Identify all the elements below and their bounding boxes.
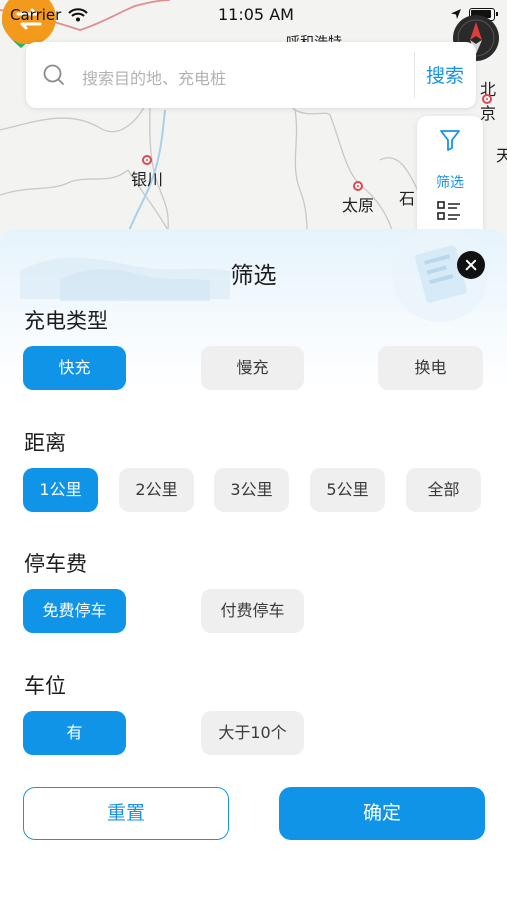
chip-distance-3km[interactable]: 3公里 bbox=[214, 468, 289, 512]
status-bar: Carrier 11:05 AM bbox=[0, 0, 507, 30]
chip-paid-parking[interactable]: 付费停车 bbox=[201, 589, 304, 633]
filter-tool-button[interactable]: 筛选 bbox=[417, 126, 483, 196]
wifi-icon bbox=[68, 8, 88, 22]
search-input[interactable]: 搜索目的地、充电桩 bbox=[82, 65, 226, 89]
city-dot-beijing bbox=[482, 94, 492, 104]
chip-distance-1km[interactable]: 1公里 bbox=[23, 468, 98, 512]
map-tool-panel: 筛选 bbox=[417, 116, 483, 246]
search-button[interactable]: 搜索 bbox=[426, 61, 464, 88]
section-title-parking-fee: 停车费 bbox=[24, 552, 87, 576]
status-time: 11:05 AM bbox=[218, 5, 294, 24]
list-icon[interactable] bbox=[437, 200, 461, 222]
chip-slow-charge[interactable]: 慢充 bbox=[201, 346, 304, 390]
chip-fast-charge[interactable]: 快充 bbox=[23, 346, 126, 390]
chip-distance-5km[interactable]: 5公里 bbox=[310, 468, 385, 512]
city-label-tian: 天 bbox=[496, 146, 507, 165]
carrier-label: Carrier bbox=[10, 6, 62, 24]
reset-button[interactable]: 重置 bbox=[23, 787, 229, 840]
city-dot-taiyuan bbox=[353, 181, 363, 191]
chip-distance-all[interactable]: 全部 bbox=[406, 468, 481, 512]
city-label-shi: 石 bbox=[399, 189, 416, 208]
chip-spots-available[interactable]: 有 bbox=[23, 711, 126, 755]
confirm-button[interactable]: 确定 bbox=[279, 787, 485, 840]
search-icon bbox=[43, 64, 64, 85]
search-divider bbox=[414, 52, 415, 98]
filter-tool-label: 筛选 bbox=[436, 175, 464, 191]
city-dot-yinchuan bbox=[142, 155, 152, 165]
search-bar[interactable]: 搜索目的地、充电桩 搜索 bbox=[26, 42, 476, 108]
sheet-title: 筛选 bbox=[230, 263, 277, 289]
close-button[interactable] bbox=[457, 251, 485, 279]
chip-spots-more-than-10[interactable]: 大于10个 bbox=[201, 711, 304, 755]
chip-battery-swap[interactable]: 换电 bbox=[378, 346, 483, 390]
section-title-parking-spots: 车位 bbox=[24, 674, 66, 698]
funnel-icon bbox=[440, 130, 460, 151]
section-title-charging-type: 充电类型 bbox=[24, 309, 108, 333]
section-title-distance: 距离 bbox=[24, 431, 66, 455]
chip-distance-2km[interactable]: 2公里 bbox=[119, 468, 194, 512]
filter-sheet: 筛选 充电类型 快充 慢充 换电 距离 1公里 2公里 3公里 5公里 全部 停… bbox=[0, 229, 507, 900]
city-label-taiyuan: 太原 bbox=[342, 196, 375, 215]
city-label-yinchuan: 银川 bbox=[131, 170, 164, 189]
chip-free-parking[interactable]: 免费停车 bbox=[23, 589, 126, 633]
